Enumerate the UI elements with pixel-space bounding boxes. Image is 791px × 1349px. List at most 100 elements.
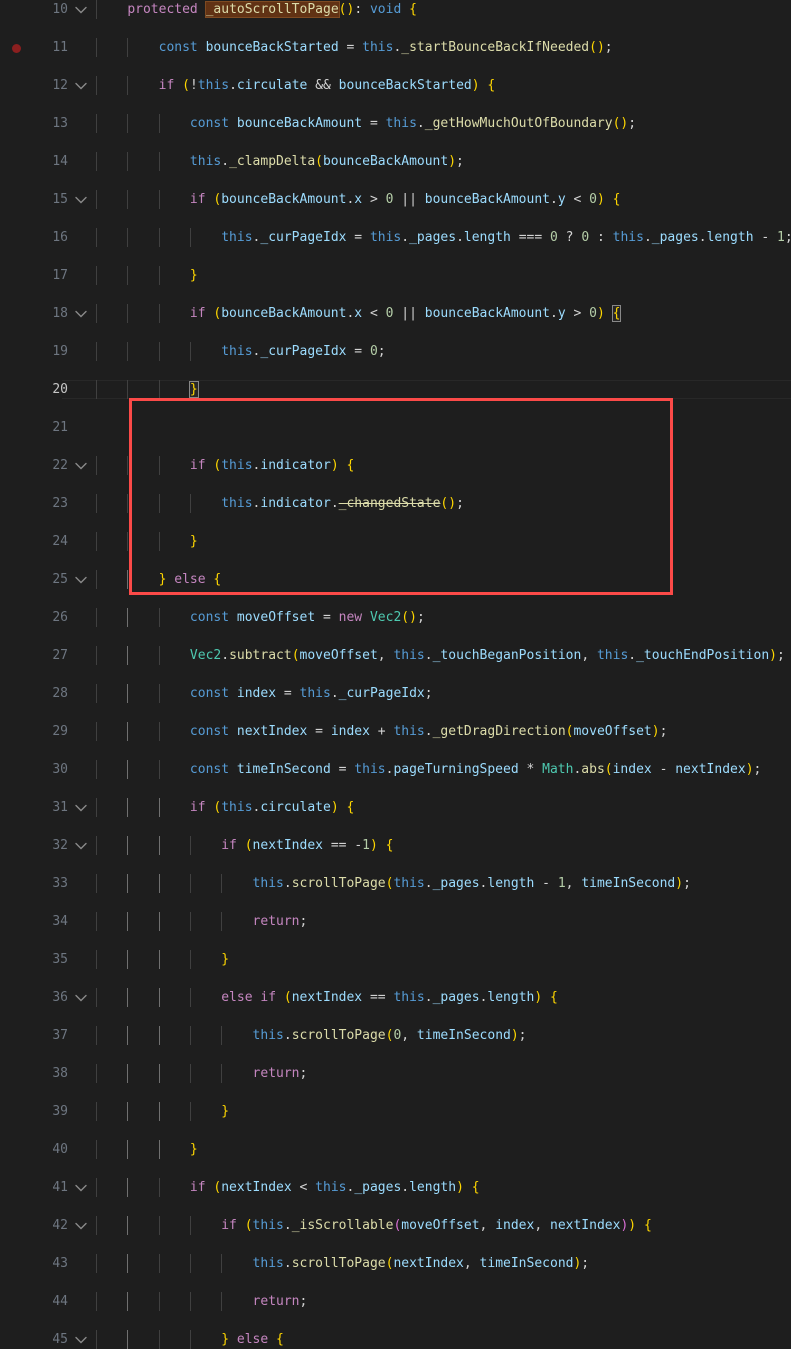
editor-line[interactable]: 40 } <box>0 1140 791 1159</box>
code-text[interactable]: return; <box>96 1064 308 1083</box>
editor-line[interactable]: 34 return; <box>0 912 791 931</box>
code-text[interactable]: if (!this.circulate && bounceBackStarted… <box>96 76 496 95</box>
editor-line[interactable]: 20 } <box>0 380 791 399</box>
editor-line[interactable]: 45 } else { <box>0 1330 791 1349</box>
line-gutter[interactable]: 27 <box>0 646 96 665</box>
line-gutter[interactable]: 38 <box>0 1064 96 1083</box>
code-text[interactable]: return; <box>96 912 308 931</box>
chevron-down-icon[interactable] <box>74 0 88 19</box>
code-text[interactable]: this._curPageIdx = 0; <box>96 342 385 361</box>
chevron-down-icon[interactable] <box>74 190 88 209</box>
code-text[interactable]: if (nextIndex == -1) { <box>96 836 393 855</box>
chevron-down-icon[interactable] <box>74 304 88 323</box>
code-text[interactable]: const bounceBackStarted = this._startBou… <box>96 38 613 57</box>
line-gutter[interactable]: 12 <box>0 76 96 95</box>
code-text[interactable]: if (bounceBackAmount.x > 0 || bounceBack… <box>96 190 621 209</box>
editor-line[interactable]: 38 return; <box>0 1064 791 1083</box>
line-gutter[interactable]: 14 <box>0 152 96 171</box>
chevron-down-icon[interactable] <box>74 1178 88 1197</box>
code-text[interactable]: const moveOffset = new Vec2(); <box>96 608 425 627</box>
chevron-down-icon[interactable] <box>74 798 88 817</box>
editor-line[interactable]: 44 return; <box>0 1292 791 1311</box>
code-text[interactable]: } else { <box>96 570 222 589</box>
editor-line[interactable]: 29 const nextIndex = index + this._getDr… <box>0 722 791 741</box>
code-text[interactable]: this.indicator._changedState(); <box>96 494 464 513</box>
line-gutter[interactable]: 41 <box>0 1178 96 1197</box>
editor-line[interactable]: 32 if (nextIndex == -1) { <box>0 836 791 855</box>
line-gutter[interactable]: 26 <box>0 608 96 627</box>
code-text[interactable]: this._curPageIdx = this._pages.length ==… <box>96 228 791 247</box>
code-text[interactable]: const bounceBackAmount = this._getHowMuc… <box>96 114 636 133</box>
line-gutter[interactable]: 36 <box>0 988 96 1007</box>
editor-line[interactable]: 30 const timeInSecond = this.pageTurning… <box>0 760 791 779</box>
code-text[interactable]: } else { <box>96 1330 284 1349</box>
line-gutter[interactable]: 19 <box>0 342 96 361</box>
editor-line[interactable]: 24 } <box>0 532 791 551</box>
code-text[interactable]: if (this._isScrollable(moveOffset, index… <box>96 1216 652 1235</box>
line-gutter[interactable]: 28 <box>0 684 96 703</box>
line-gutter[interactable]: 35 <box>0 950 96 969</box>
editor-line[interactable]: 36 else if (nextIndex == this._pages.len… <box>0 988 791 1007</box>
editor-line[interactable]: 39 } <box>0 1102 791 1121</box>
editor-line[interactable]: 33 this.scrollToPage(this._pages.length … <box>0 874 791 893</box>
line-gutter[interactable]: 32 <box>0 836 96 855</box>
editor-line[interactable]: 18 if (bounceBackAmount.x < 0 || bounceB… <box>0 304 791 323</box>
chevron-down-icon[interactable] <box>74 1216 88 1235</box>
editor-line[interactable]: 12 if (!this.circulate && bounceBackStar… <box>0 76 791 95</box>
line-gutter[interactable]: 25 <box>0 570 96 589</box>
code-text[interactable]: this._clampDelta(bounceBackAmount); <box>96 152 464 171</box>
line-gutter[interactable]: 42 <box>0 1216 96 1235</box>
code-text[interactable]: if (this.circulate) { <box>96 798 354 817</box>
line-gutter[interactable]: 21 <box>0 418 96 437</box>
line-gutter[interactable]: 22 <box>0 456 96 475</box>
editor-line[interactable]: 26 const moveOffset = new Vec2(); <box>0 608 791 627</box>
editor-line[interactable]: 28 const index = this._curPageIdx; <box>0 684 791 703</box>
code-text[interactable]: const index = this._curPageIdx; <box>96 684 433 703</box>
chevron-down-icon[interactable] <box>74 988 88 1007</box>
editor-line[interactable]: 22 if (this.indicator) { <box>0 456 791 475</box>
editor-line[interactable]: 15 if (bounceBackAmount.x > 0 || bounceB… <box>0 190 791 209</box>
editor-line[interactable]: 37 this.scrollToPage(0, timeInSecond); <box>0 1026 791 1045</box>
editor-line[interactable]: 31 if (this.circulate) { <box>0 798 791 817</box>
line-gutter[interactable]: 31 <box>0 798 96 817</box>
code-text[interactable]: if (nextIndex < this._pages.length) { <box>96 1178 480 1197</box>
code-text[interactable]: const nextIndex = index + this._getDragD… <box>96 722 668 741</box>
code-text[interactable]: } <box>96 266 198 285</box>
editor-line[interactable]: 11 const bounceBackStarted = this._start… <box>0 38 791 57</box>
code-text[interactable]: Vec2.subtract(moveOffset, this._touchBeg… <box>96 646 785 665</box>
line-gutter[interactable]: 43 <box>0 1254 96 1273</box>
line-gutter[interactable]: 34 <box>0 912 96 931</box>
line-gutter[interactable]: 11 <box>0 38 96 57</box>
line-gutter[interactable]: 40 <box>0 1140 96 1159</box>
code-text[interactable]: return; <box>96 1292 308 1311</box>
line-gutter[interactable]: 44 <box>0 1292 96 1311</box>
code-text[interactable]: } <box>96 950 229 969</box>
code-text[interactable]: if (bounceBackAmount.x < 0 || bounceBack… <box>96 304 622 323</box>
editor-line[interactable]: 16 this._curPageIdx = this._pages.length… <box>0 228 791 247</box>
code-text[interactable]: this.scrollToPage(this._pages.length - 1… <box>96 874 691 893</box>
line-gutter[interactable]: 39 <box>0 1102 96 1121</box>
chevron-down-icon[interactable] <box>74 1330 88 1349</box>
line-gutter[interactable]: 15 <box>0 190 96 209</box>
editor-line[interactable]: 23 this.indicator._changedState(); <box>0 494 791 513</box>
editor-line[interactable]: 17 } <box>0 266 791 285</box>
code-text[interactable]: } <box>96 532 198 551</box>
editor-line[interactable]: 35 } <box>0 950 791 969</box>
line-gutter[interactable]: 13 <box>0 114 96 133</box>
line-gutter[interactable]: 17 <box>0 266 96 285</box>
chevron-down-icon[interactable] <box>74 836 88 855</box>
code-text[interactable]: } <box>96 1140 198 1159</box>
chevron-down-icon[interactable] <box>74 456 88 475</box>
code-text[interactable]: } <box>96 380 199 399</box>
editor-line[interactable]: 41 if (nextIndex < this._pages.length) { <box>0 1178 791 1197</box>
line-gutter[interactable]: 33 <box>0 874 96 893</box>
line-gutter[interactable]: 16 <box>0 228 96 247</box>
code-text[interactable]: protected _autoScrollToPage(): void { <box>96 0 417 19</box>
editor-line[interactable]: 42 if (this._isScrollable(moveOffset, in… <box>0 1216 791 1235</box>
editor-line[interactable]: 43 this.scrollToPage(nextIndex, timeInSe… <box>0 1254 791 1273</box>
editor-line[interactable]: 10 protected _autoScrollToPage(): void { <box>0 0 791 19</box>
code-text[interactable]: else if (nextIndex == this._pages.length… <box>96 988 558 1007</box>
code-editor[interactable]: 10 protected _autoScrollToPage(): void {… <box>0 0 791 1349</box>
chevron-down-icon[interactable] <box>74 570 88 589</box>
line-gutter[interactable]: 24 <box>0 532 96 551</box>
